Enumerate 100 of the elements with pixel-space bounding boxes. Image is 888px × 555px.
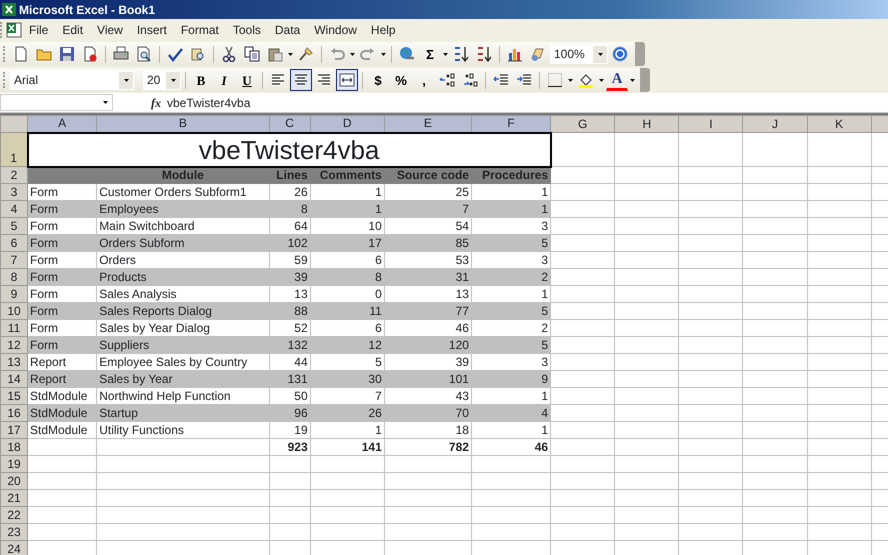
menu-item[interactable]: Tools: [226, 22, 268, 38]
table-cell: 1: [471, 422, 551, 438]
window-title: Microsoft Excel - Book1: [19, 2, 156, 18]
row-header[interactable]: 3: [0, 184, 28, 200]
row-header[interactable]: 8: [0, 268, 28, 286]
currency-button[interactable]: $: [367, 69, 389, 91]
table-cell: 8: [269, 200, 310, 218]
menu-item[interactable]: File: [22, 22, 56, 38]
row-header[interactable]: 23: [0, 524, 28, 540]
workbook-icon: [6, 22, 22, 38]
fx-label: fx: [151, 94, 161, 112]
total-cell: 782: [384, 438, 472, 456]
table-cell: 17: [310, 234, 384, 252]
table-cell: 2: [471, 268, 551, 286]
row-header[interactable]: 10: [0, 302, 28, 320]
table-cell: 96: [269, 404, 310, 422]
app-icon: [2, 2, 16, 17]
column-header[interactable]: J: [742, 116, 808, 132]
menu-item[interactable]: View: [90, 22, 130, 38]
row-header[interactable]: 4: [0, 200, 28, 218]
row-header[interactable]: 17: [0, 422, 28, 438]
autosum-button[interactable]: Σ: [419, 43, 441, 65]
menu-item[interactable]: Format: [174, 22, 226, 38]
row-header[interactable]: 2: [0, 166, 28, 184]
caret-icon: [170, 78, 176, 82]
redo-icon: [360, 46, 376, 62]
row-header[interactable]: 19: [0, 456, 28, 472]
font-size-combo[interactable]: 20: [143, 70, 181, 90]
merge-icon: [339, 72, 355, 88]
table-cell: Orders Subform: [96, 234, 270, 252]
percent-button[interactable]: %: [390, 69, 412, 91]
menu-item[interactable]: Data: [268, 22, 308, 38]
help-icon: [612, 46, 628, 62]
merge-center-button[interactable]: [336, 69, 358, 91]
bold-button[interactable]: B: [190, 69, 212, 91]
total-cell: 923: [269, 438, 310, 456]
underline-button[interactable]: U: [236, 69, 258, 91]
table-cell: 11: [310, 302, 384, 320]
column-header[interactable]: C: [269, 116, 310, 132]
menu-item[interactable]: Help: [364, 22, 403, 38]
zoom-combo[interactable]: 100%: [550, 44, 608, 64]
row-header[interactable]: 15: [0, 388, 28, 404]
caret-icon: [124, 78, 128, 82]
menu-item[interactable]: Edit: [55, 22, 90, 38]
borders-icon: [547, 72, 563, 88]
row-header[interactable]: 1: [0, 132, 28, 166]
table-cell: 39: [269, 268, 310, 286]
menu-item[interactable]: Window: [307, 22, 364, 38]
column-header[interactable]: G: [550, 116, 615, 132]
table-cell: Form: [28, 336, 97, 354]
row-header[interactable]: 21: [0, 490, 28, 506]
table-cell: 85: [384, 234, 472, 252]
column-header[interactable]: F: [471, 116, 551, 132]
column-header[interactable]: B: [96, 116, 270, 132]
row-header[interactable]: 6: [0, 234, 28, 252]
row-header[interactable]: 22: [0, 506, 28, 524]
column-header[interactable]: I: [678, 116, 743, 132]
column-header[interactable]: D: [310, 116, 384, 132]
row-header[interactable]: 7: [0, 252, 28, 268]
row-header[interactable]: 18: [0, 438, 28, 456]
magnifier-icon: [136, 46, 152, 62]
column-header[interactable]: H: [614, 116, 679, 132]
row-header[interactable]: 16: [0, 404, 28, 422]
table-cell: 70: [384, 404, 472, 422]
column-header[interactable]: A: [28, 116, 97, 132]
bar-chart-icon: [507, 46, 523, 62]
row-header[interactable]: 5: [0, 218, 28, 234]
align-center-button[interactable]: [290, 69, 312, 91]
table-cell: StdModule: [28, 404, 97, 422]
comma-button[interactable]: ,: [413, 69, 435, 91]
shapes-icon: [530, 46, 546, 62]
row-header[interactable]: 13: [0, 354, 28, 370]
row-header[interactable]: 12: [0, 336, 28, 354]
font-combo[interactable]: Arial: [10, 70, 134, 90]
sheet-title: vbeTwister4vba: [28, 132, 551, 166]
row-header[interactable]: 11: [0, 320, 28, 336]
row-header[interactable]: 14: [0, 370, 28, 388]
table-cell: 102: [269, 234, 310, 252]
row-header[interactable]: 9: [0, 286, 28, 302]
column-header[interactable]: E: [384, 116, 472, 132]
table-cell: 8: [310, 268, 384, 286]
table-cell: Suppliers: [96, 336, 270, 354]
table-cell: Report: [28, 370, 97, 388]
italic-button[interactable]: I: [213, 69, 235, 91]
sort-icon: [476, 46, 492, 62]
table-cell: StdModule: [28, 422, 97, 438]
column-header[interactable]: K: [807, 116, 872, 132]
caret-icon: [288, 52, 293, 56]
table-cell: 1: [471, 200, 551, 218]
table-cell: Employees: [96, 200, 270, 218]
zoom-value: 100%: [554, 46, 585, 63]
table-cell: 4: [471, 404, 551, 422]
formula-input[interactable]: vbeTwister4vba: [167, 94, 250, 112]
table-cell: Form: [28, 302, 97, 320]
table-cell: 131: [269, 370, 310, 388]
table-cell: 30: [310, 370, 384, 388]
row-header[interactable]: 20: [0, 472, 28, 490]
table-cell: 77: [384, 302, 472, 320]
menu-item[interactable]: Insert: [130, 22, 174, 38]
row-header[interactable]: 24: [0, 540, 28, 555]
